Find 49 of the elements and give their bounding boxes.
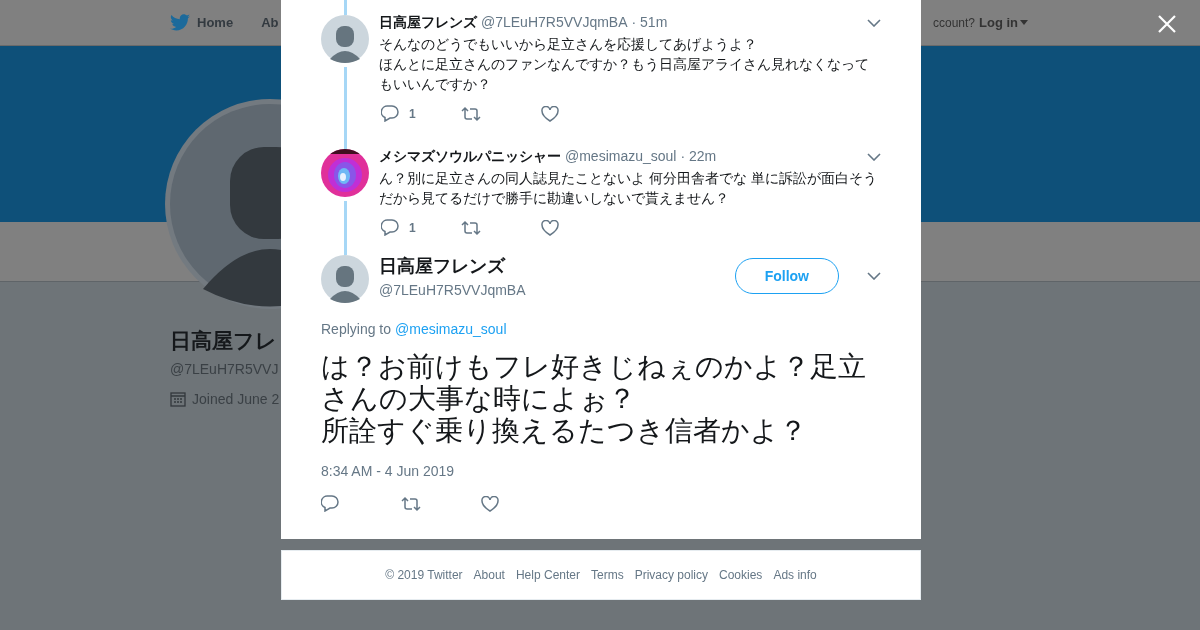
heart-icon[interactable] [541,105,559,122]
footer-link[interactable]: About [473,568,505,582]
heart-icon[interactable] [541,219,559,236]
author-name[interactable]: 日高屋フレンズ [379,253,725,278]
retweet-icon[interactable] [461,219,481,236]
retweet-icon[interactable] [401,495,421,512]
profile-name: 日高屋フレ [170,328,277,354]
retweet-icon[interactable] [461,105,481,122]
author-handle[interactable]: @mesimazu_soul [565,148,677,164]
tweet-timestamp[interactable]: 8:34 AM - 4 Jun 2019 [321,463,881,479]
author-name[interactable]: メシマズソウルパニッシャー [379,148,561,166]
footer-link[interactable]: Cookies [719,568,763,582]
footer-link[interactable]: Ads info [773,568,817,582]
tweet-text: ん？別に足立さんの同人誌見たことないよ 何分田舎者でな 単に訴訟が面白そうだから見てるだけで勝手に勘違いしないで貰えません？ [379,169,878,208]
reply-icon[interactable] [321,495,339,512]
replying-to-label: Replying to [321,321,392,337]
author-name[interactable]: 日高屋フレンズ [379,14,477,32]
tweet-time[interactable]: · 22m [680,148,717,164]
login-link[interactable]: Log in [979,15,1028,30]
tweet-time[interactable]: · 51m [631,14,668,30]
chevron-down-icon[interactable] [867,19,881,27]
chevron-down-icon[interactable] [867,153,881,161]
footer-link[interactable]: Privacy policy [634,568,708,582]
footer-link[interactable]: Terms [591,568,624,582]
bird-logo-icon [170,14,190,31]
footer-link[interactable]: © 2019 Twitter [385,568,463,582]
close-icon[interactable] [1157,14,1177,34]
avatar-icon[interactable] [321,255,369,303]
footer-link[interactable]: Help Center [515,568,580,582]
reply-count: 1 [409,106,416,121]
avatar-icon[interactable] [321,15,369,63]
tweet-text: は？お前けもフレ好きじねぇのかよ？足立さんの大事な時によぉ？ [321,351,867,415]
reply-icon[interactable] [381,105,399,122]
caret-icon[interactable] [1020,20,1028,25]
author-handle[interactable]: @7LEuH7R5VVJqmBA [481,14,628,30]
reply-icon[interactable] [381,219,399,236]
reply-count: 1 [409,220,416,235]
follow-button[interactable]: Follow [734,257,839,294]
tweet-text: そんなのどうでもいいから足立さんを応援してあげようよ？ [379,35,758,54]
tweet-text: 所詮すぐ乗り換えるたつき信者かよ？ [321,415,808,447]
heart-icon[interactable] [481,495,499,512]
calendar-icon [170,391,186,407]
author-handle[interactable]: @7LEuH7R5VVJqmBA [379,281,725,298]
nav-link[interactable]: Ab [261,15,279,30]
account-prompt: ccount? [932,15,975,30]
home-link[interactable]: Home [170,14,234,31]
chevron-down-icon[interactable] [867,271,881,280]
mention-link[interactable]: @mesimazu_soul [395,321,507,337]
tweet-text: ほんとに足立さんのファンなんですか？もう日高屋アライさん見れなくなってもいいんですか？ [379,55,870,94]
